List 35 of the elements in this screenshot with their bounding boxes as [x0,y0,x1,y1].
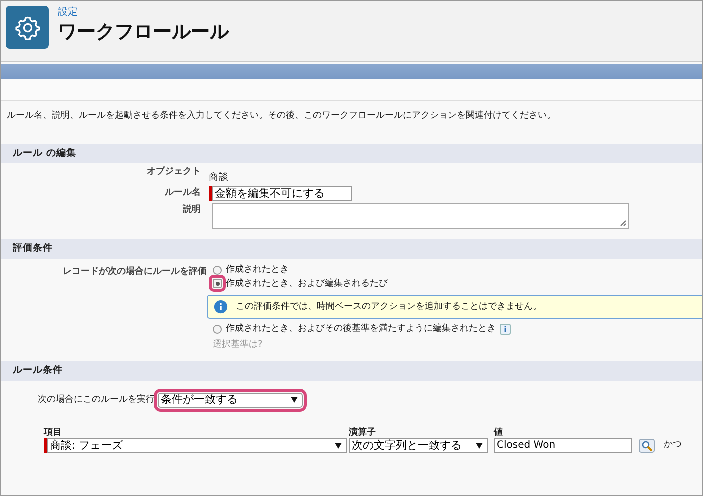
caret-icon [335,442,342,449]
gear-icon [14,14,40,40]
operator-select[interactable]: 次の文字列と一致する [349,438,488,454]
conjunction-text: かつ [663,440,683,452]
radio-label: 作成されたとき、および編集されるたび [226,278,388,290]
field-label: ルール名 [164,186,201,200]
section-header: ルール の編集 [1,144,702,164]
field-label: 説明 [182,203,201,216]
radio-label: 作成されたとき [226,264,289,276]
lookup-icon[interactable] [639,439,655,454]
info-icon[interactable] [500,324,511,336]
section-header: ルール条件 [1,361,702,381]
rule-name-field[interactable]: 金額を編集不可にする [212,186,352,202]
caret-icon [291,397,298,404]
section-header: 評価条件 [1,239,702,259]
radio-button[interactable] [213,325,222,334]
intro-text: ルール名、説明、ルールを起動させる条件を入力してください。その後、このワークフロールールにアクションを関連付けてください。 [6,110,557,123]
resize-grip-icon[interactable] [619,219,627,228]
page-title: ワークフロールール [58,21,229,44]
field-label: オブジェクト [146,165,201,178]
info-icon [214,300,228,314]
radio-label: 作成されたとき、およびその後基準を満たすように編集されたとき [226,324,496,336]
field-label: 次の場合にこのルールを実行 [38,394,155,406]
breadcrumb-link[interactable]: 設定 [58,7,229,19]
column-header: 値 [494,428,504,438]
object-value: 商談 [209,171,229,184]
radio-button[interactable] [213,266,222,275]
column-header: 演算子 [349,428,377,438]
column-header: 項目 [44,428,63,438]
caret-icon [476,442,483,449]
description-field[interactable] [212,203,629,230]
info-text: この評価条件では、時間ベースのアクションを追加することはできません。 [236,302,542,313]
value-field[interactable]: Closed Won [494,438,632,454]
field-select[interactable]: 商談: フェーズ [47,438,347,454]
field-label: レコードが次の場合にルールを評価 [62,265,207,279]
